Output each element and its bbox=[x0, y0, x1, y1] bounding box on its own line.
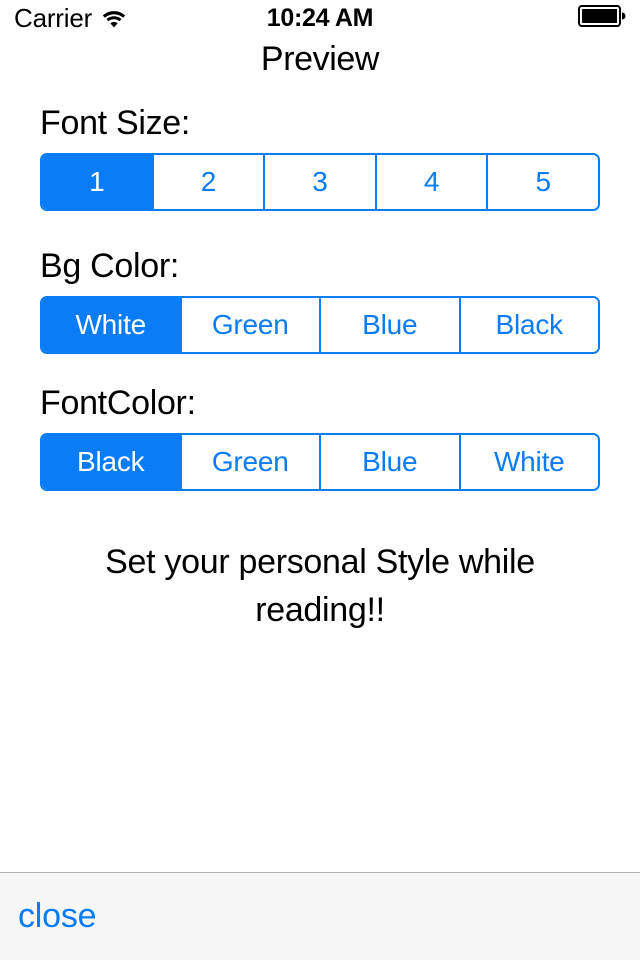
status-bar-left: Carrier bbox=[14, 5, 127, 31]
bg-color-segment-green[interactable]: Green bbox=[181, 298, 321, 353]
settings-content: Font Size: 1 2 3 4 5 Bg Color: White Gre… bbox=[0, 104, 640, 492]
wifi-icon bbox=[101, 9, 127, 29]
spacer-bg-color-font-color bbox=[0, 354, 640, 384]
font-size-segmented-control[interactable]: 1 2 3 4 5 bbox=[40, 153, 600, 212]
bg-color-segment-black[interactable]: Black bbox=[460, 298, 598, 353]
status-bar-right bbox=[578, 4, 626, 32]
font-color-segmented-control[interactable]: Black Green Blue White bbox=[40, 433, 600, 492]
font-size-segment-2[interactable]: 2 bbox=[153, 155, 266, 210]
font-color-segment-black[interactable]: Black bbox=[42, 435, 182, 490]
bottom-toolbar: close bbox=[0, 872, 640, 960]
bg-color-label: Bg Color: bbox=[40, 247, 180, 286]
font-size-label: Font Size: bbox=[40, 104, 191, 142]
font-size-segment-4[interactable]: 4 bbox=[376, 155, 489, 210]
font-size-segment-3[interactable]: 3 bbox=[265, 155, 377, 210]
clock-label: 10:24 AM bbox=[266, 3, 374, 32]
bg-color-segment-blue[interactable]: Blue bbox=[321, 298, 461, 353]
status-bar: Carrier 10:24 AM bbox=[0, 0, 640, 36]
font-color-segment-blue[interactable]: Blue bbox=[321, 435, 461, 490]
font-color-segment-green[interactable]: Green bbox=[181, 435, 321, 490]
bg-color-segmented-control[interactable]: White Green Blue Black bbox=[40, 296, 600, 355]
battery-full-icon bbox=[578, 4, 626, 32]
font-color-label: FontColor: bbox=[40, 384, 196, 423]
font-size-segment-1[interactable]: 1 bbox=[42, 155, 154, 210]
spacer-font-size-bg-color bbox=[0, 211, 640, 247]
font-color-segment-white[interactable]: White bbox=[460, 435, 598, 490]
page-title: Preview bbox=[260, 40, 380, 78]
font-size-segment-5[interactable]: 5 bbox=[488, 155, 598, 210]
bg-color-segment-white[interactable]: White bbox=[42, 298, 182, 353]
preview-sample-text: Set your personal Style while reading!! bbox=[105, 543, 535, 630]
carrier-label: Carrier bbox=[14, 3, 93, 33]
close-button[interactable]: close bbox=[18, 897, 97, 936]
